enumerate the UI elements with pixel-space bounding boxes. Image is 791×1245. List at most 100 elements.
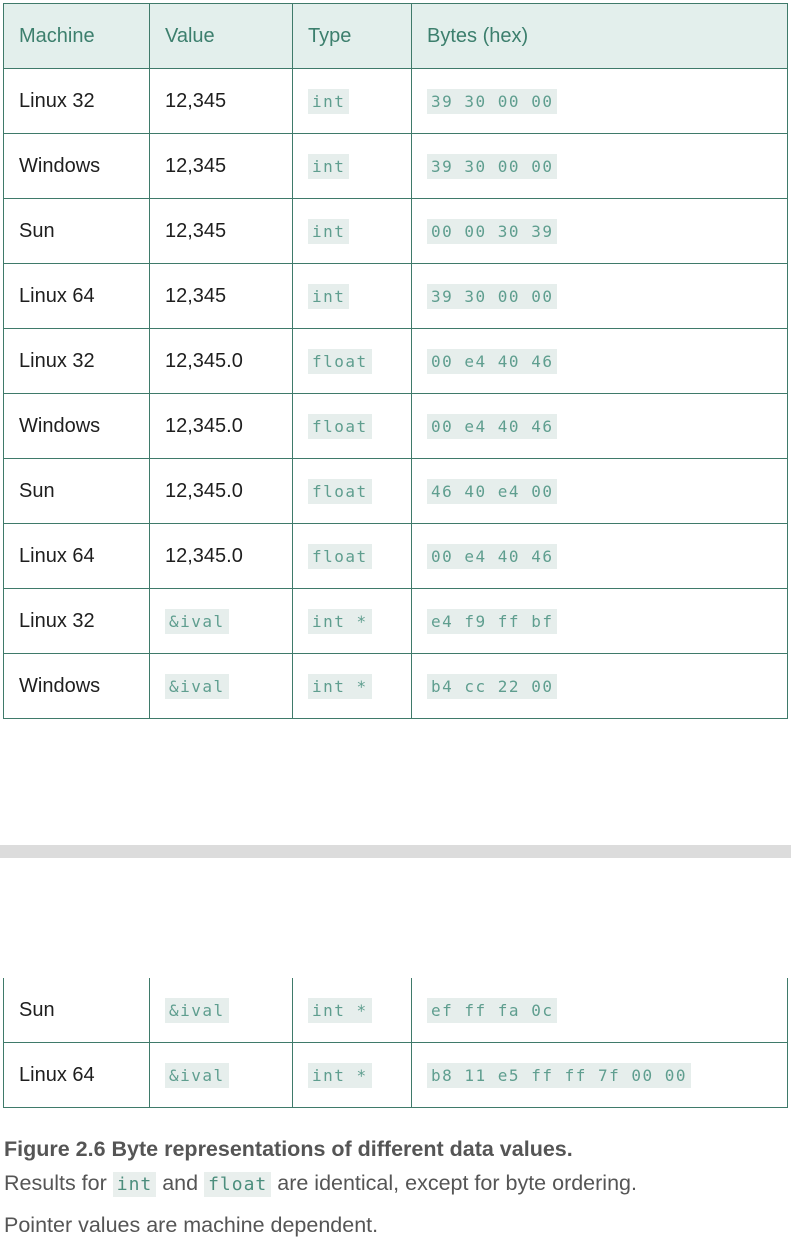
- bytes-cell: b8 11 e5 ff ff 7f 00 00: [411, 1042, 788, 1108]
- table-row: Linux 64 12,345.0 float 00 e4 40 46: [3, 523, 788, 589]
- header-type: Type: [292, 3, 412, 69]
- bytes-cell: 00 00 30 39: [411, 198, 788, 264]
- caption-title: Figure 2.6 Byte representations of diffe…: [4, 1137, 573, 1161]
- header-bytes-hex: Bytes (hex): [411, 3, 788, 69]
- bytes-cell: 46 40 e4 00: [411, 458, 788, 524]
- type-cell: int: [292, 68, 412, 134]
- table-row: Linux 32 &ival int * e4 f9 ff bf: [3, 588, 788, 654]
- header-machine: Machine: [3, 3, 150, 69]
- value-cell: 12,345.0: [149, 328, 293, 394]
- bytes-cell: ef ff fa 0c: [411, 978, 788, 1043]
- type-code: int *: [308, 673, 372, 699]
- caption-text: and: [156, 1171, 205, 1195]
- value-code: &ival: [165, 673, 229, 699]
- bytes-cell: 39 30 00 00: [411, 68, 788, 134]
- type-cell: int *: [292, 1042, 412, 1108]
- value-cell: 12,345.0: [149, 458, 293, 524]
- bytes-code: 39 30 00 00: [427, 283, 558, 309]
- machine-cell: Linux 32: [3, 588, 150, 654]
- bytes-code: b8 11 e5 ff ff 7f 00 00: [427, 1062, 692, 1088]
- bytes-cell: 00 e4 40 46: [411, 328, 788, 394]
- bytes-code: 46 40 e4 00: [427, 478, 558, 504]
- type-code: int *: [308, 608, 372, 634]
- bytes-code: 39 30 00 00: [427, 88, 558, 114]
- type-code: float: [308, 413, 372, 439]
- value-cell: 12,345: [149, 68, 293, 134]
- machine-cell: Sun: [3, 458, 150, 524]
- type-code: float: [308, 348, 372, 374]
- bytes-code: 00 e4 40 46: [427, 413, 558, 439]
- type-cell: float: [292, 458, 412, 524]
- machine-cell: Linux 64: [3, 263, 150, 329]
- table-row: Windows 12,345.0 float 00 e4 40 46: [3, 393, 788, 459]
- bytes-code: e4 f9 ff bf: [427, 608, 558, 634]
- table-row: Linux 64 12,345 int 39 30 00 00: [3, 263, 788, 329]
- bytes-cell: e4 f9 ff bf: [411, 588, 788, 654]
- machine-cell: Windows: [3, 393, 150, 459]
- value-code: &ival: [165, 997, 229, 1023]
- bytes-cell: 00 e4 40 46: [411, 393, 788, 459]
- type-cell: int: [292, 198, 412, 264]
- type-cell: int *: [292, 653, 412, 719]
- table-row: Sun 12,345.0 float 46 40 e4 00: [3, 458, 788, 524]
- table-row: Windows &ival int * b4 cc 22 00: [3, 653, 788, 719]
- value-code: &ival: [165, 1062, 229, 1088]
- caption-line-1: Results for int and float are identical,…: [4, 1163, 784, 1205]
- machine-cell: Sun: [3, 978, 150, 1043]
- value-cell: 12,345: [149, 133, 293, 199]
- type-code: int: [308, 153, 350, 179]
- bytes-code: 00 00 30 39: [427, 218, 558, 244]
- caption-line-2: Pointer values are machine dependent.: [4, 1213, 379, 1237]
- bytes-code: b4 cc 22 00: [427, 673, 558, 699]
- type-cell: int: [292, 263, 412, 329]
- table-row: Windows 12,345 int 39 30 00 00: [3, 133, 788, 199]
- header-value: Value: [149, 3, 293, 69]
- byte-representation-table: Machine Value Type Bytes (hex) Linux 32 …: [3, 3, 788, 719]
- type-code: float: [308, 478, 372, 504]
- type-code: int *: [308, 1062, 372, 1088]
- machine-cell: Windows: [3, 653, 150, 719]
- machine-cell: Sun: [3, 198, 150, 264]
- type-cell: int *: [292, 978, 412, 1043]
- machine-cell: Windows: [3, 133, 150, 199]
- bytes-cell: 39 30 00 00: [411, 133, 788, 199]
- table-row: Sun &ival int * ef ff fa 0c: [3, 978, 788, 1043]
- value-cell: 12,345.0: [149, 523, 293, 589]
- value-cell: &ival: [149, 653, 293, 719]
- page-break-divider: [0, 845, 791, 858]
- bytes-cell: 00 e4 40 46: [411, 523, 788, 589]
- table-row: Sun 12,345 int 00 00 30 39: [3, 198, 788, 264]
- bytes-code: 00 e4 40 46: [427, 348, 558, 374]
- type-code: int: [308, 218, 350, 244]
- machine-cell: Linux 64: [3, 1042, 150, 1108]
- figure-caption: Figure 2.6 Byte representations of diffe…: [4, 1135, 784, 1245]
- bytes-code: ef ff fa 0c: [427, 997, 558, 1023]
- value-cell: 12,345: [149, 263, 293, 329]
- value-cell: &ival: [149, 1042, 293, 1108]
- type-code: float: [308, 543, 372, 569]
- machine-cell: Linux 32: [3, 328, 150, 394]
- type-cell: float: [292, 393, 412, 459]
- byte-representation-table-continued: Sun &ival int * ef ff fa 0c Linux 64 &iv…: [3, 978, 788, 1108]
- caption-code-int: int: [112, 1172, 157, 1197]
- type-cell: float: [292, 328, 412, 394]
- caption-code-float: float: [204, 1172, 272, 1197]
- type-cell: float: [292, 523, 412, 589]
- machine-cell: Linux 32: [3, 68, 150, 134]
- caption-text: Results for: [4, 1171, 113, 1195]
- machine-cell: Linux 64: [3, 523, 150, 589]
- bytes-code: 00 e4 40 46: [427, 543, 558, 569]
- type-cell: int: [292, 133, 412, 199]
- value-cell: &ival: [149, 978, 293, 1043]
- type-code: int: [308, 88, 350, 114]
- type-code: int: [308, 283, 350, 309]
- bytes-cell: b4 cc 22 00: [411, 653, 788, 719]
- table-row: Linux 64 &ival int * b8 11 e5 ff ff 7f 0…: [3, 1042, 788, 1108]
- type-cell: int *: [292, 588, 412, 654]
- type-code: int *: [308, 997, 372, 1023]
- table-header-row: Machine Value Type Bytes (hex): [3, 3, 788, 69]
- value-code: &ival: [165, 608, 229, 634]
- table-row: Linux 32 12,345.0 float 00 e4 40 46: [3, 328, 788, 394]
- table-row: Linux 32 12,345 int 39 30 00 00: [3, 68, 788, 134]
- value-cell: 12,345.0: [149, 393, 293, 459]
